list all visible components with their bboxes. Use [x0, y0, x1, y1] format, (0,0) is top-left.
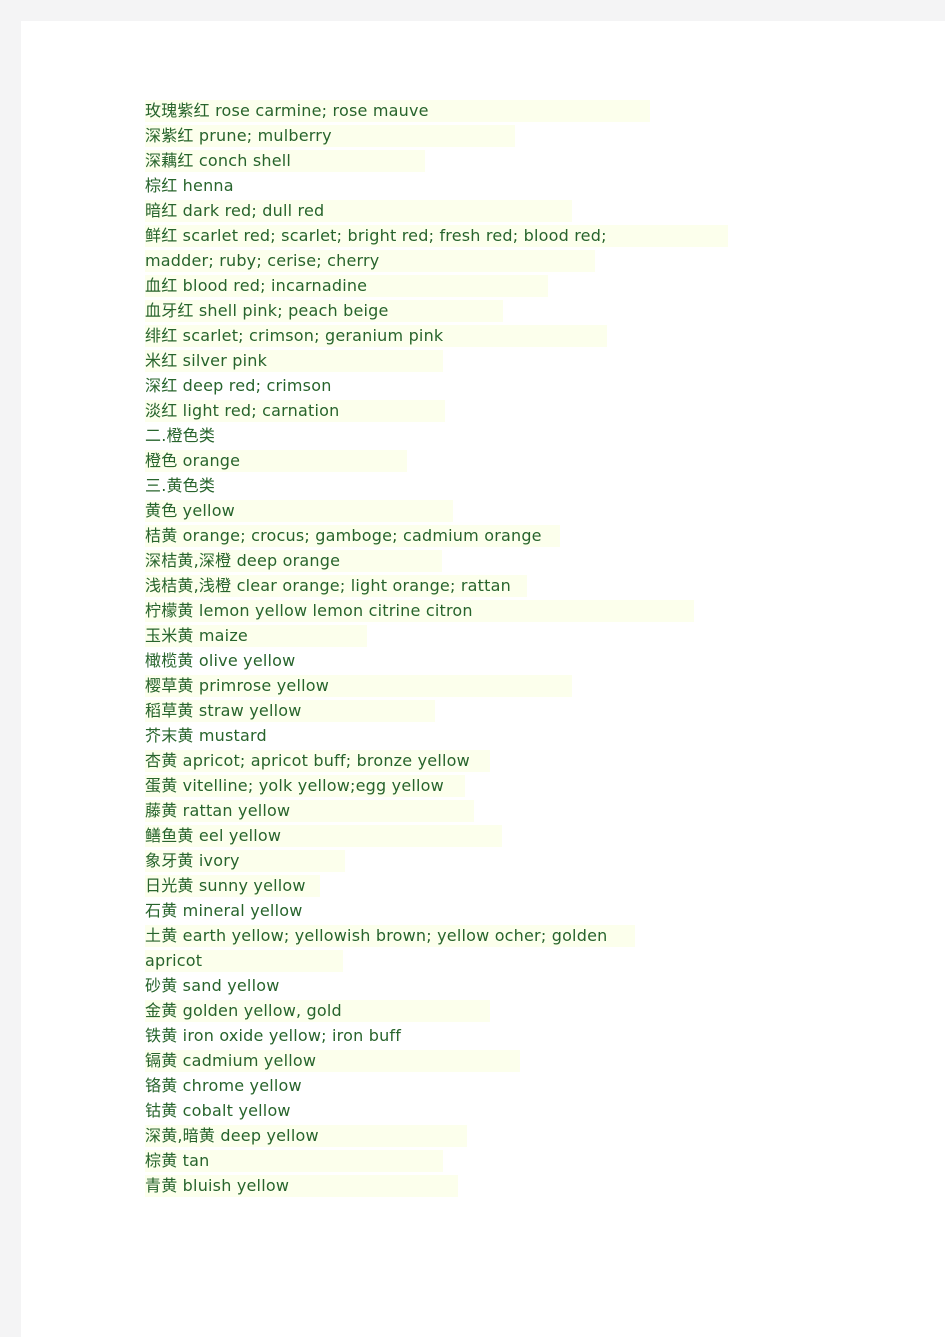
document-page: 玫瑰紫红 rose carmine; rose mauve 深紫红 prune; …: [21, 21, 945, 1337]
color-term-text: 柠檬黄 lemon yellow lemon citrine citron: [145, 601, 473, 620]
color-term-line: 鲜红 scarlet red; scarlet; bright red; fre…: [145, 223, 905, 248]
page-gutter-left: [0, 21, 21, 1337]
color-term-text: 桔黄 orange; crocus; gamboge; cadmium oran…: [145, 526, 542, 545]
color-term-text: 土黄 earth yellow; yellowish brown; yellow…: [145, 926, 608, 945]
color-term-line: 钴黄 cobalt yellow: [145, 1098, 905, 1123]
color-term-text: 深黄,暗黄 deep yellow: [145, 1126, 319, 1145]
color-term-text: 镉黄 cadmium yellow: [145, 1051, 317, 1070]
color-term-line: 浅桔黄,浅橙 clear orange; light orange; ratta…: [145, 573, 905, 598]
color-term-text: 日光黄 sunny yellow: [145, 876, 306, 895]
color-term-text: 血牙红 shell pink; peach beige: [145, 301, 389, 320]
color-term-text: 铬黄 chrome yellow: [145, 1076, 302, 1095]
color-term-line: apricot: [145, 948, 905, 973]
color-term-line: 血牙红 shell pink; peach beige: [145, 298, 905, 323]
color-term-line: 镉黄 cadmium yellow: [145, 1048, 905, 1073]
color-term-text: 砂黄 sand yellow: [145, 976, 280, 995]
color-term-line: 暗红 dark red; dull red: [145, 198, 905, 223]
color-term-line: 深紫红 prune; mulberry: [145, 123, 905, 148]
color-term-line: 蛋黄 vitelline; yolk yellow;egg yellow: [145, 773, 905, 798]
color-term-text: 棕红 henna: [145, 176, 234, 195]
color-term-line: 青黄 bluish yellow: [145, 1173, 905, 1198]
color-term-text: 橄榄黄 olive yellow: [145, 651, 296, 670]
color-term-line: 土黄 earth yellow; yellowish brown; yellow…: [145, 923, 905, 948]
color-term-text: 藤黄 rattan yellow: [145, 801, 291, 820]
color-term-text: 二.橙色类: [145, 426, 216, 445]
color-term-text: 象牙黄 ivory: [145, 851, 240, 870]
color-term-text: 暗红 dark red; dull red: [145, 201, 325, 220]
color-term-text: 深红 deep red; crimson: [145, 376, 332, 395]
color-term-text: madder; ruby; cerise; cherry: [145, 251, 380, 270]
color-term-line: 血红 blood red; incarnadine: [145, 273, 905, 298]
color-term-line: 桔黄 orange; crocus; gamboge; cadmium oran…: [145, 523, 905, 548]
color-term-text: 铁黄 iron oxide yellow; iron buff: [145, 1026, 402, 1045]
color-term-list: 玫瑰紫红 rose carmine; rose mauve 深紫红 prune; …: [145, 98, 905, 1198]
color-term-text: 淡红 light red; carnation: [145, 401, 340, 420]
color-term-line: 铁黄 iron oxide yellow; iron buff: [145, 1023, 905, 1048]
color-term-line: 杏黄 apricot; apricot buff; bronze yellow: [145, 748, 905, 773]
color-term-line: 樱草黄 primrose yellow: [145, 673, 905, 698]
color-term-line: 绯红 scarlet; crimson; geranium pink: [145, 323, 905, 348]
color-term-line: 橙色 orange: [145, 448, 905, 473]
color-term-text: 青黄 bluish yellow: [145, 1176, 290, 1195]
color-term-line: 藤黄 rattan yellow: [145, 798, 905, 823]
color-term-text: 米红 silver pink: [145, 351, 268, 370]
color-term-line: 棕红 henna: [145, 173, 905, 198]
color-term-text: 血红 blood red; incarnadine: [145, 276, 368, 295]
color-term-line: 深藕红 conch shell: [145, 148, 905, 173]
color-term-line: 鳝鱼黄 eel yellow: [145, 823, 905, 848]
color-term-text: 钴黄 cobalt yellow: [145, 1101, 291, 1120]
color-term-line: 稻草黄 straw yellow: [145, 698, 905, 723]
color-term-text: 深桔黄,深橙 deep orange: [145, 551, 341, 570]
color-term-line: 黄色 yellow: [145, 498, 905, 523]
color-term-text: 橙色 orange: [145, 451, 241, 470]
color-term-text: 鲜红 scarlet red; scarlet; bright red; fre…: [145, 226, 607, 245]
color-term-line: 米红 silver pink: [145, 348, 905, 373]
color-term-text: 玫瑰紫红 rose carmine; rose mauve: [145, 101, 429, 120]
color-term-line: 橄榄黄 olive yellow: [145, 648, 905, 673]
color-term-text: 蛋黄 vitelline; yolk yellow;egg yellow: [145, 776, 444, 795]
color-term-text: 浅桔黄,浅橙 clear orange; light orange; ratta…: [145, 576, 511, 595]
color-term-line: 玉米黄 maize: [145, 623, 905, 648]
color-term-line: 象牙黄 ivory: [145, 848, 905, 873]
color-term-line: madder; ruby; cerise; cherry: [145, 248, 905, 273]
color-term-text: 杏黄 apricot; apricot buff; bronze yellow: [145, 751, 470, 770]
color-term-line: 砂黄 sand yellow: [145, 973, 905, 998]
color-term-text: 芥末黄 mustard: [145, 726, 267, 745]
color-term-text: 石黄 mineral yellow: [145, 901, 303, 920]
color-term-line: 棕黄 tan: [145, 1148, 905, 1173]
color-term-line: 玫瑰紫红 rose carmine; rose mauve: [145, 98, 905, 123]
color-term-text: 鳝鱼黄 eel yellow: [145, 826, 282, 845]
color-term-line: 三.黄色类: [145, 473, 905, 498]
color-term-text: apricot: [145, 951, 203, 970]
color-term-text: 金黄 golden yellow, gold: [145, 1001, 342, 1020]
color-term-text: 稻草黄 straw yellow: [145, 701, 302, 720]
color-term-line: 深黄,暗黄 deep yellow: [145, 1123, 905, 1148]
color-term-line: 金黄 golden yellow, gold: [145, 998, 905, 1023]
color-term-line: 柠檬黄 lemon yellow lemon citrine citron: [145, 598, 905, 623]
color-term-text: 绯红 scarlet; crimson; geranium pink: [145, 326, 444, 345]
color-term-text: 玉米黄 maize: [145, 626, 248, 645]
color-term-text: 棕黄 tan: [145, 1151, 210, 1170]
color-term-text: 深紫红 prune; mulberry: [145, 126, 332, 145]
color-term-line: 石黄 mineral yellow: [145, 898, 905, 923]
color-term-line: 深红 deep red; crimson: [145, 373, 905, 398]
color-term-line: 深桔黄,深橙 deep orange: [145, 548, 905, 573]
color-term-text: 深藕红 conch shell: [145, 151, 292, 170]
color-term-line: 芥末黄 mustard: [145, 723, 905, 748]
color-term-text: 黄色 yellow: [145, 501, 235, 520]
color-term-line: 铬黄 chrome yellow: [145, 1073, 905, 1098]
page-gutter-top: [0, 0, 945, 21]
color-term-line: 二.橙色类: [145, 423, 905, 448]
color-term-line: 日光黄 sunny yellow: [145, 873, 905, 898]
color-term-line: 淡红 light red; carnation: [145, 398, 905, 423]
color-term-text: 樱草黄 primrose yellow: [145, 676, 330, 695]
color-term-text: 三.黄色类: [145, 476, 216, 495]
